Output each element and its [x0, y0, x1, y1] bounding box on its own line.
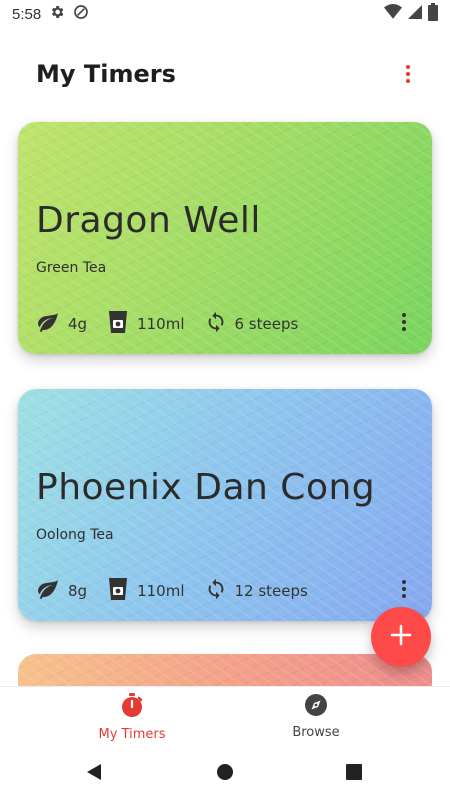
bottom-navigation: My Timers Browse — [0, 686, 450, 747]
amount-stat: 8g — [36, 577, 87, 605]
nav-browse[interactable]: Browse — [256, 693, 376, 741]
leaf-icon — [36, 310, 60, 338]
status-bar: 5:58 — [0, 0, 450, 28]
tea-stats: 4g 110ml 6 steeps — [36, 310, 298, 338]
steeps-stat: 12 steeps — [205, 578, 308, 604]
vpn-icon — [73, 4, 89, 24]
stopwatch-icon — [120, 693, 144, 723]
overflow-menu-button[interactable] — [398, 60, 418, 88]
cup-icon — [107, 577, 129, 605]
volume-stat: 110ml — [107, 577, 185, 605]
home-button[interactable] — [211, 760, 239, 788]
steeps-stat: 6 steeps — [205, 311, 298, 337]
tea-name: Dragon Well — [36, 200, 261, 241]
compass-icon — [304, 693, 328, 721]
nav-label: My Timers — [98, 727, 166, 742]
more-vert-icon — [406, 65, 410, 69]
recents-button[interactable] — [340, 760, 368, 788]
volume-stat: 110ml — [107, 310, 185, 338]
leaf-icon — [36, 577, 60, 605]
back-icon — [85, 763, 103, 785]
tea-name: Phoenix Dan Cong — [36, 467, 376, 508]
signal-icon — [408, 4, 422, 24]
tea-type: Green Tea — [36, 260, 107, 276]
card-menu-button[interactable] — [398, 310, 410, 334]
plus-icon — [390, 624, 412, 650]
status-time: 5:58 — [12, 5, 42, 23]
nav-label: Browse — [292, 725, 340, 740]
timer-card[interactable]: Phoenix Dan Cong Oolong Tea 8g 110ml 12 … — [18, 389, 432, 621]
more-vert-icon — [402, 313, 406, 317]
gear-icon — [49, 4, 65, 24]
cup-icon — [107, 310, 129, 338]
timer-card[interactable]: Dragon Well Green Tea 4g 110ml 6 steeps — [18, 122, 432, 354]
card-menu-button[interactable] — [398, 577, 410, 601]
back-button[interactable] — [80, 760, 108, 788]
repeat-icon — [205, 311, 227, 337]
battery-icon — [428, 3, 438, 25]
tea-type: Oolong Tea — [36, 527, 114, 543]
app-header: My Timers — [0, 46, 450, 102]
more-vert-icon — [402, 580, 406, 584]
repeat-icon — [205, 578, 227, 604]
nav-my-timers[interactable]: My Timers — [72, 693, 192, 742]
tea-stats: 8g 110ml 12 steeps — [36, 577, 308, 605]
add-timer-button[interactable] — [371, 607, 431, 667]
system-navigation-bar — [0, 746, 450, 800]
amount-stat: 4g — [36, 310, 87, 338]
page-title: My Timers — [36, 60, 176, 88]
home-icon — [216, 763, 234, 785]
recents-icon — [345, 763, 363, 785]
wifi-icon — [384, 4, 402, 24]
